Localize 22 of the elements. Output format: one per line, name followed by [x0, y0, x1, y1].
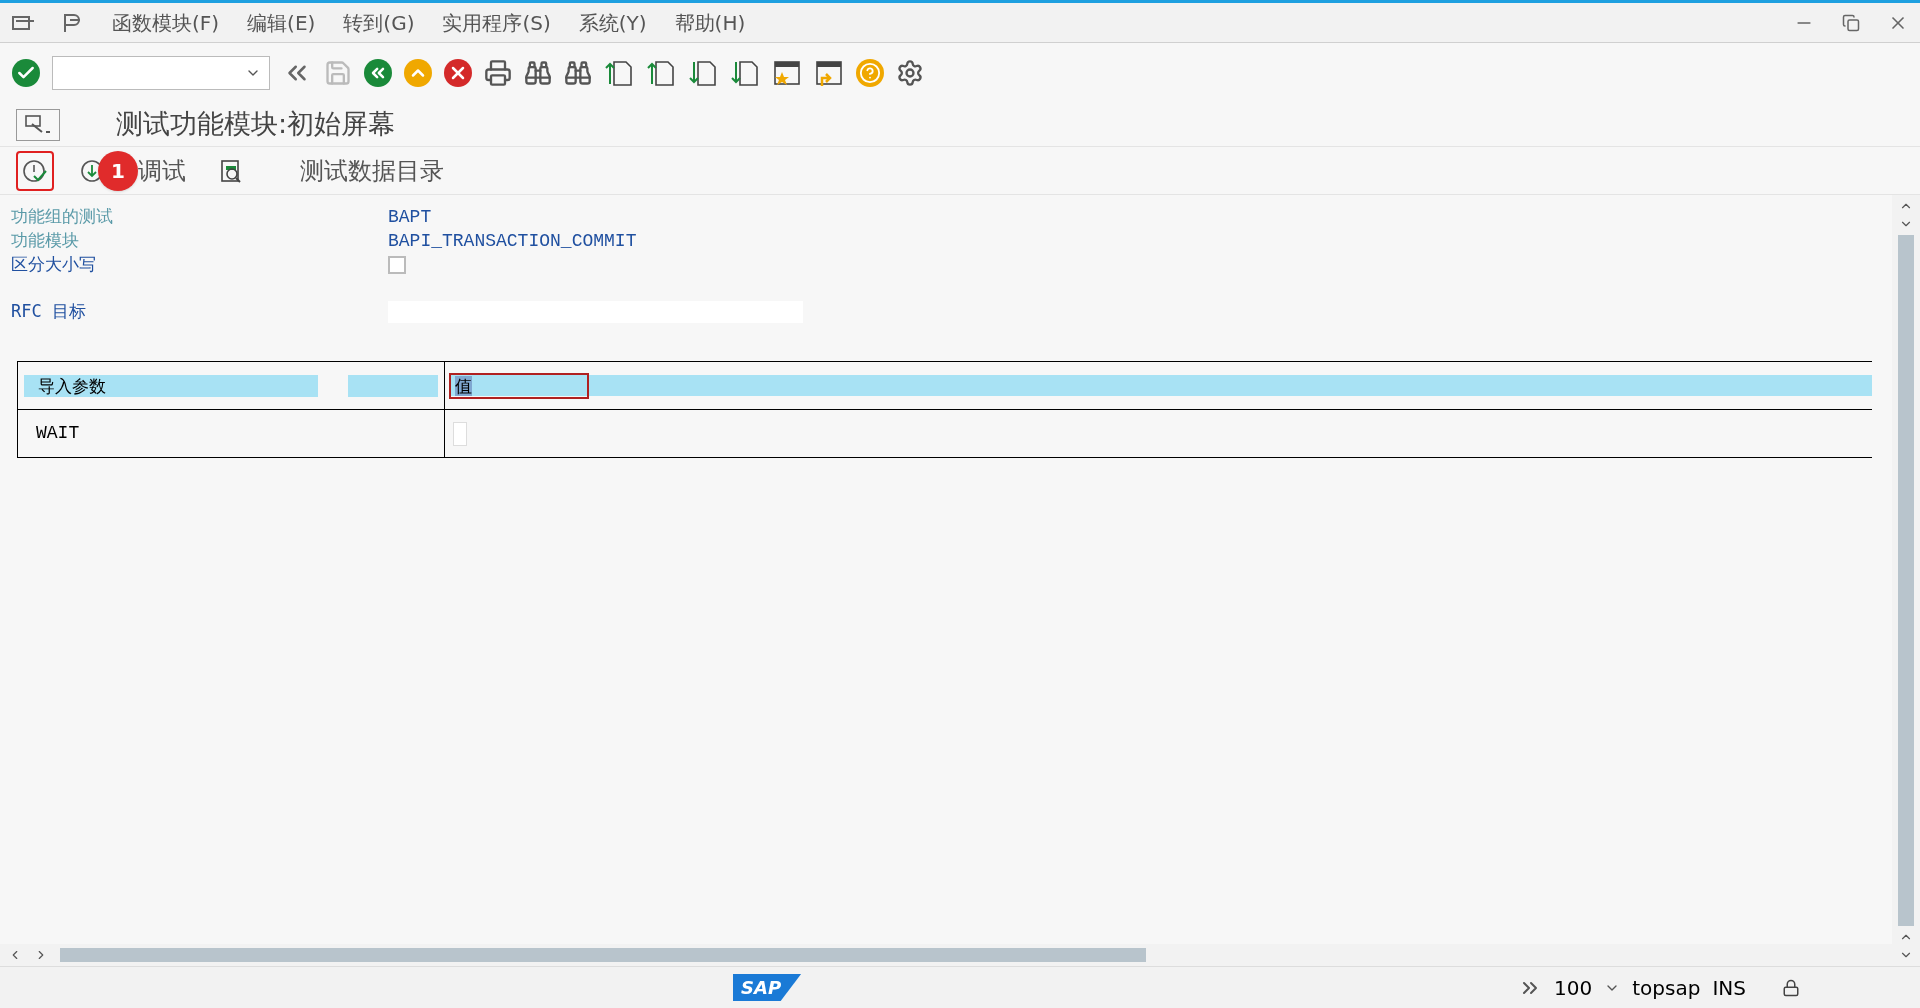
menu-item[interactable]: 系统(Y) [578, 7, 647, 38]
field-label: 功能组的测试 [11, 205, 114, 229]
menu-item[interactable]: 帮助(H) [674, 7, 746, 38]
field-label: 功能模块 [11, 229, 80, 253]
test-data-button[interactable]: 测试数据目录 [270, 150, 450, 191]
menu-item[interactable]: 转到(G) [343, 7, 415, 38]
screen-title: 测试功能模块:初始屏幕 [116, 107, 396, 142]
column-header: 导入参数 [24, 374, 319, 397]
menu-item[interactable]: 实用程序(S) [442, 7, 551, 38]
menu-item[interactable]: 编辑(E) [247, 7, 316, 38]
field-value: BAPI_TRANSACTION_COMMIT [388, 229, 637, 253]
menu-item[interactable]: 函数模块(F) [112, 7, 220, 38]
zoom-level[interactable]: 100 [1554, 972, 1593, 1003]
parameter-name: WAIT [36, 422, 80, 445]
column-header: 值 [449, 372, 589, 399]
insert-mode: INS [1712, 974, 1746, 1002]
sap-logo: SAP [733, 974, 802, 1001]
field-value: BAPT [388, 205, 432, 229]
system-name: topsap [1632, 974, 1701, 1002]
field-label: RFC 目标 [11, 300, 87, 324]
annotation-badge: 1 [98, 151, 138, 191]
field-label: 区分大小写 [11, 253, 97, 277]
